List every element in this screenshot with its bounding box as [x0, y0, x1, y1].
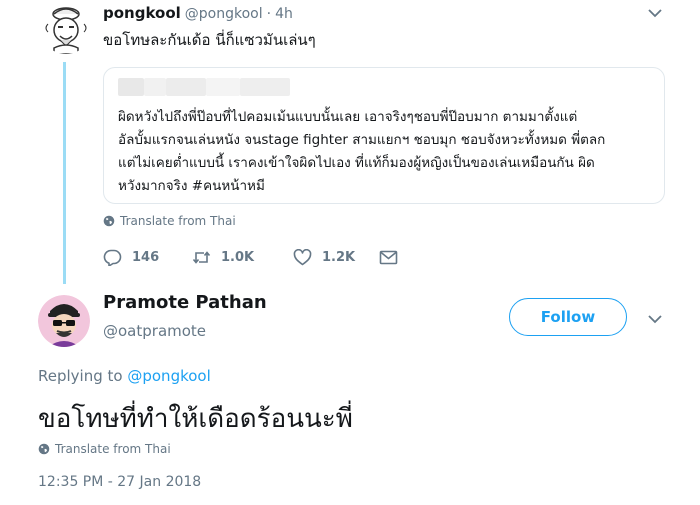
quoted-line: แต่ไม่เคยต่ำแบบนี้ เราคงเข้าใจผิดไปเอง ท… [118, 155, 595, 171]
replying-prefix: Replying to [38, 367, 123, 385]
retweet-button[interactable]: 1.0K [192, 249, 293, 266]
tweet-actions: 146 1.0K 1.2K [103, 246, 398, 268]
tweet-timestamp[interactable]: 4h [275, 6, 293, 22]
reply-icon [103, 249, 122, 266]
chevron-down-icon[interactable] [646, 6, 664, 20]
quoted-line: ผิดหวังไปถึงพี่ป๊อบที่ไปคอมเม้นแบบนั้นเล… [118, 109, 578, 125]
globe-icon [38, 443, 50, 455]
separator-dot: · [266, 6, 272, 22]
globe-icon [103, 215, 115, 227]
quoted-tweet[interactable]: ผิดหวังไปถึงพี่ป๊อบที่ไปคอมเม้นแบบนั้นเล… [103, 67, 665, 204]
translate-label: Translate from Thai [55, 442, 171, 456]
cartoon-avatar-icon [38, 295, 90, 347]
translate-label: Translate from Thai [120, 214, 236, 228]
like-button[interactable]: 1.2K [293, 248, 379, 266]
tweet-text: ขอโทษละกันเด้อ นี่ก็แซวมันเล่นๆ [103, 31, 316, 49]
avatar[interactable] [40, 2, 92, 54]
cartoon-avatar-icon [40, 2, 92, 54]
like-count: 1.2K [322, 249, 356, 265]
replying-to: Replying to @pongkool [38, 367, 211, 385]
heart-icon [293, 248, 312, 265]
thread-connector-line [63, 62, 66, 284]
reply-button[interactable]: 146 [103, 249, 192, 266]
quoted-author-redacted [118, 78, 298, 96]
chevron-down-icon[interactable] [646, 312, 664, 326]
avatar[interactable] [38, 295, 90, 347]
follow-button[interactable]: Follow [509, 298, 627, 336]
tweet-text: ขอโทษที่ทำให้เดือดร้อนนะพี่ [38, 404, 353, 434]
author-name[interactable]: Pramote Pathan [103, 292, 267, 313]
author-handle[interactable]: @pongkool [185, 6, 263, 22]
direct-message-button[interactable] [379, 249, 398, 266]
translate-link[interactable]: Translate from Thai [103, 214, 236, 228]
author-handle[interactable]: @oatpramote [103, 322, 206, 340]
tweet-header: pongkool @pongkool · 4h [103, 4, 293, 22]
translate-link[interactable]: Translate from Thai [38, 442, 171, 456]
quoted-line: หวังมากจริง #คนหน้าหมี [118, 178, 265, 194]
retweet-icon [192, 250, 211, 264]
quoted-line: อัลบั้มแรกจนเล่นหนัง จนstage fighter สาม… [118, 132, 606, 148]
author-name[interactable]: pongkool [103, 4, 181, 22]
reply-count: 146 [132, 249, 160, 265]
retweet-count: 1.0K [221, 249, 255, 265]
tweet-timestamp[interactable]: 12:35 PM - 27 Jan 2018 [38, 474, 201, 490]
quoted-tweet-text: ผิดหวังไปถึงพี่ป๊อบที่ไปคอมเม้นแบบนั้นเล… [118, 106, 654, 198]
envelope-icon [379, 250, 398, 264]
replying-to-link[interactable]: @pongkool [127, 367, 210, 385]
